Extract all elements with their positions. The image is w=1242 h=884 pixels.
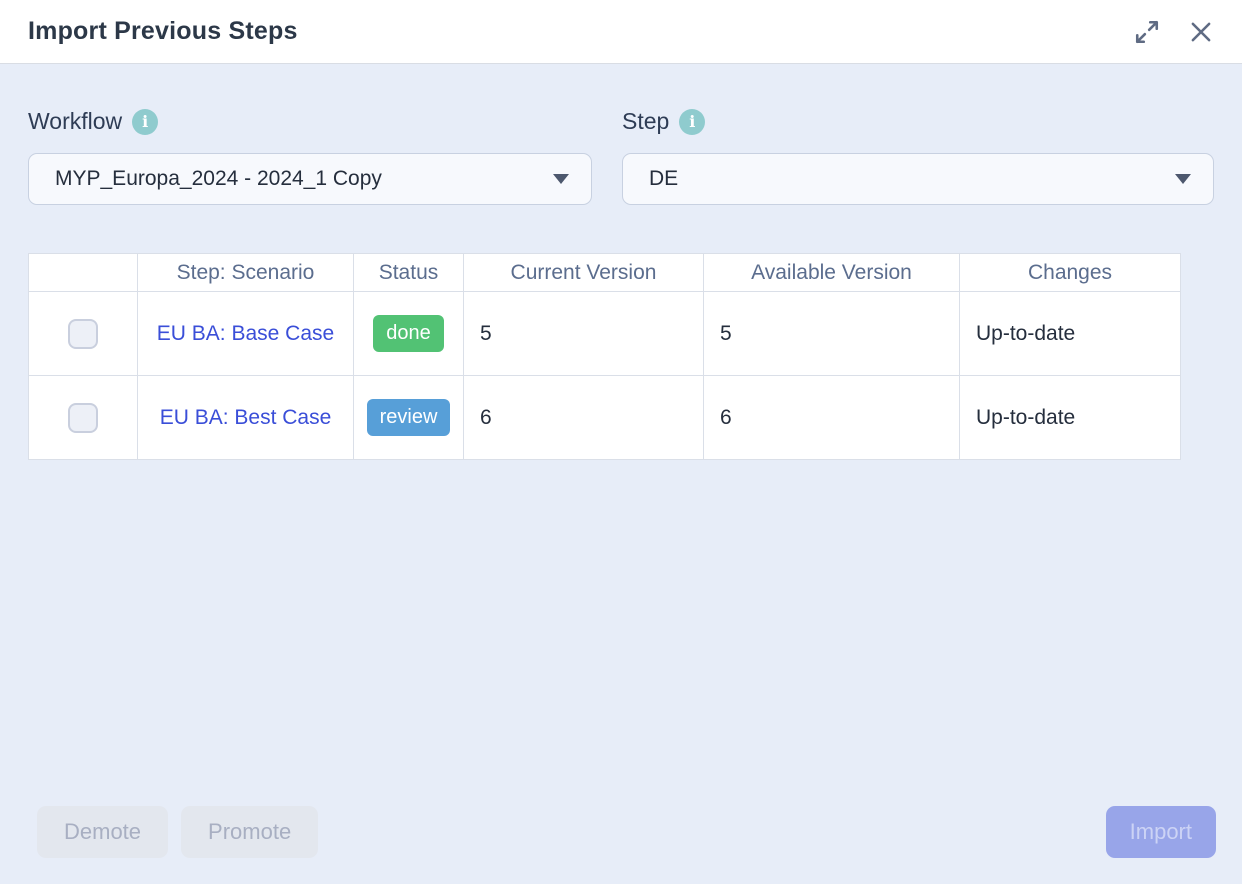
current-version-cell: 5 xyxy=(464,292,704,376)
chevron-down-icon xyxy=(553,174,569,184)
chevron-down-icon xyxy=(1175,174,1191,184)
current-version-cell: 6 xyxy=(464,376,704,460)
modal-header: Import Previous Steps xyxy=(0,0,1242,64)
table-row: EU BA: Base Case done 5 5 Up-to-date xyxy=(29,292,1181,376)
column-header-checkbox xyxy=(29,254,138,292)
promote-button[interactable]: Promote xyxy=(181,806,318,858)
column-header-changes: Changes xyxy=(960,254,1181,292)
demote-button[interactable]: Demote xyxy=(37,806,168,858)
import-button[interactable]: Import xyxy=(1106,806,1216,858)
modal-title: Import Previous Steps xyxy=(28,17,298,46)
step-filter: Step i DE xyxy=(622,108,1214,205)
changes-cell: Up-to-date xyxy=(960,292,1181,376)
column-header-scenario: Step: Scenario xyxy=(138,254,354,292)
available-version-cell: 6 xyxy=(704,376,960,460)
footer-left-buttons: Demote Promote xyxy=(37,806,318,858)
workflow-select[interactable]: MYP_Europa_2024 - 2024_1 Copy xyxy=(28,153,592,205)
step-select[interactable]: DE xyxy=(622,153,1214,205)
modal-footer: Demote Promote Import xyxy=(0,806,1242,858)
table-row: EU BA: Best Case review 6 6 Up-to-date xyxy=(29,376,1181,460)
modal-body: Workflow i MYP_Europa_2024 - 2024_1 Copy… xyxy=(0,108,1242,460)
available-version-cell: 5 xyxy=(704,292,960,376)
table-body: EU BA: Base Case done 5 5 Up-to-date EU … xyxy=(29,292,1181,460)
scenario-link[interactable]: EU BA: Base Case xyxy=(157,322,334,345)
header-icons xyxy=(1134,19,1214,45)
scenarios-table: Step: Scenario Status Current Version Av… xyxy=(28,253,1181,460)
workflow-info-icon[interactable]: i xyxy=(132,109,158,135)
import-previous-steps-modal: Import Previous Steps Workflow i xyxy=(0,0,1242,884)
step-info-icon[interactable]: i xyxy=(679,109,705,135)
status-badge: done xyxy=(373,315,444,352)
column-header-available-version: Available Version xyxy=(704,254,960,292)
row-checkbox[interactable] xyxy=(68,403,98,433)
row-checkbox[interactable] xyxy=(68,319,98,349)
step-label: Step xyxy=(622,108,669,135)
table-header-row: Step: Scenario Status Current Version Av… xyxy=(29,254,1181,292)
column-header-status: Status xyxy=(354,254,464,292)
workflow-label: Workflow xyxy=(28,108,122,135)
filters-row: Workflow i MYP_Europa_2024 - 2024_1 Copy… xyxy=(28,108,1214,205)
step-select-value: DE xyxy=(649,167,678,191)
expand-icon[interactable] xyxy=(1134,19,1160,45)
column-header-current-version: Current Version xyxy=(464,254,704,292)
status-badge: review xyxy=(367,399,451,436)
workflow-filter: Workflow i MYP_Europa_2024 - 2024_1 Copy xyxy=(28,108,592,205)
scenario-link[interactable]: EU BA: Best Case xyxy=(160,406,332,429)
close-icon[interactable] xyxy=(1188,19,1214,45)
changes-cell: Up-to-date xyxy=(960,376,1181,460)
workflow-select-value: MYP_Europa_2024 - 2024_1 Copy xyxy=(55,167,382,191)
